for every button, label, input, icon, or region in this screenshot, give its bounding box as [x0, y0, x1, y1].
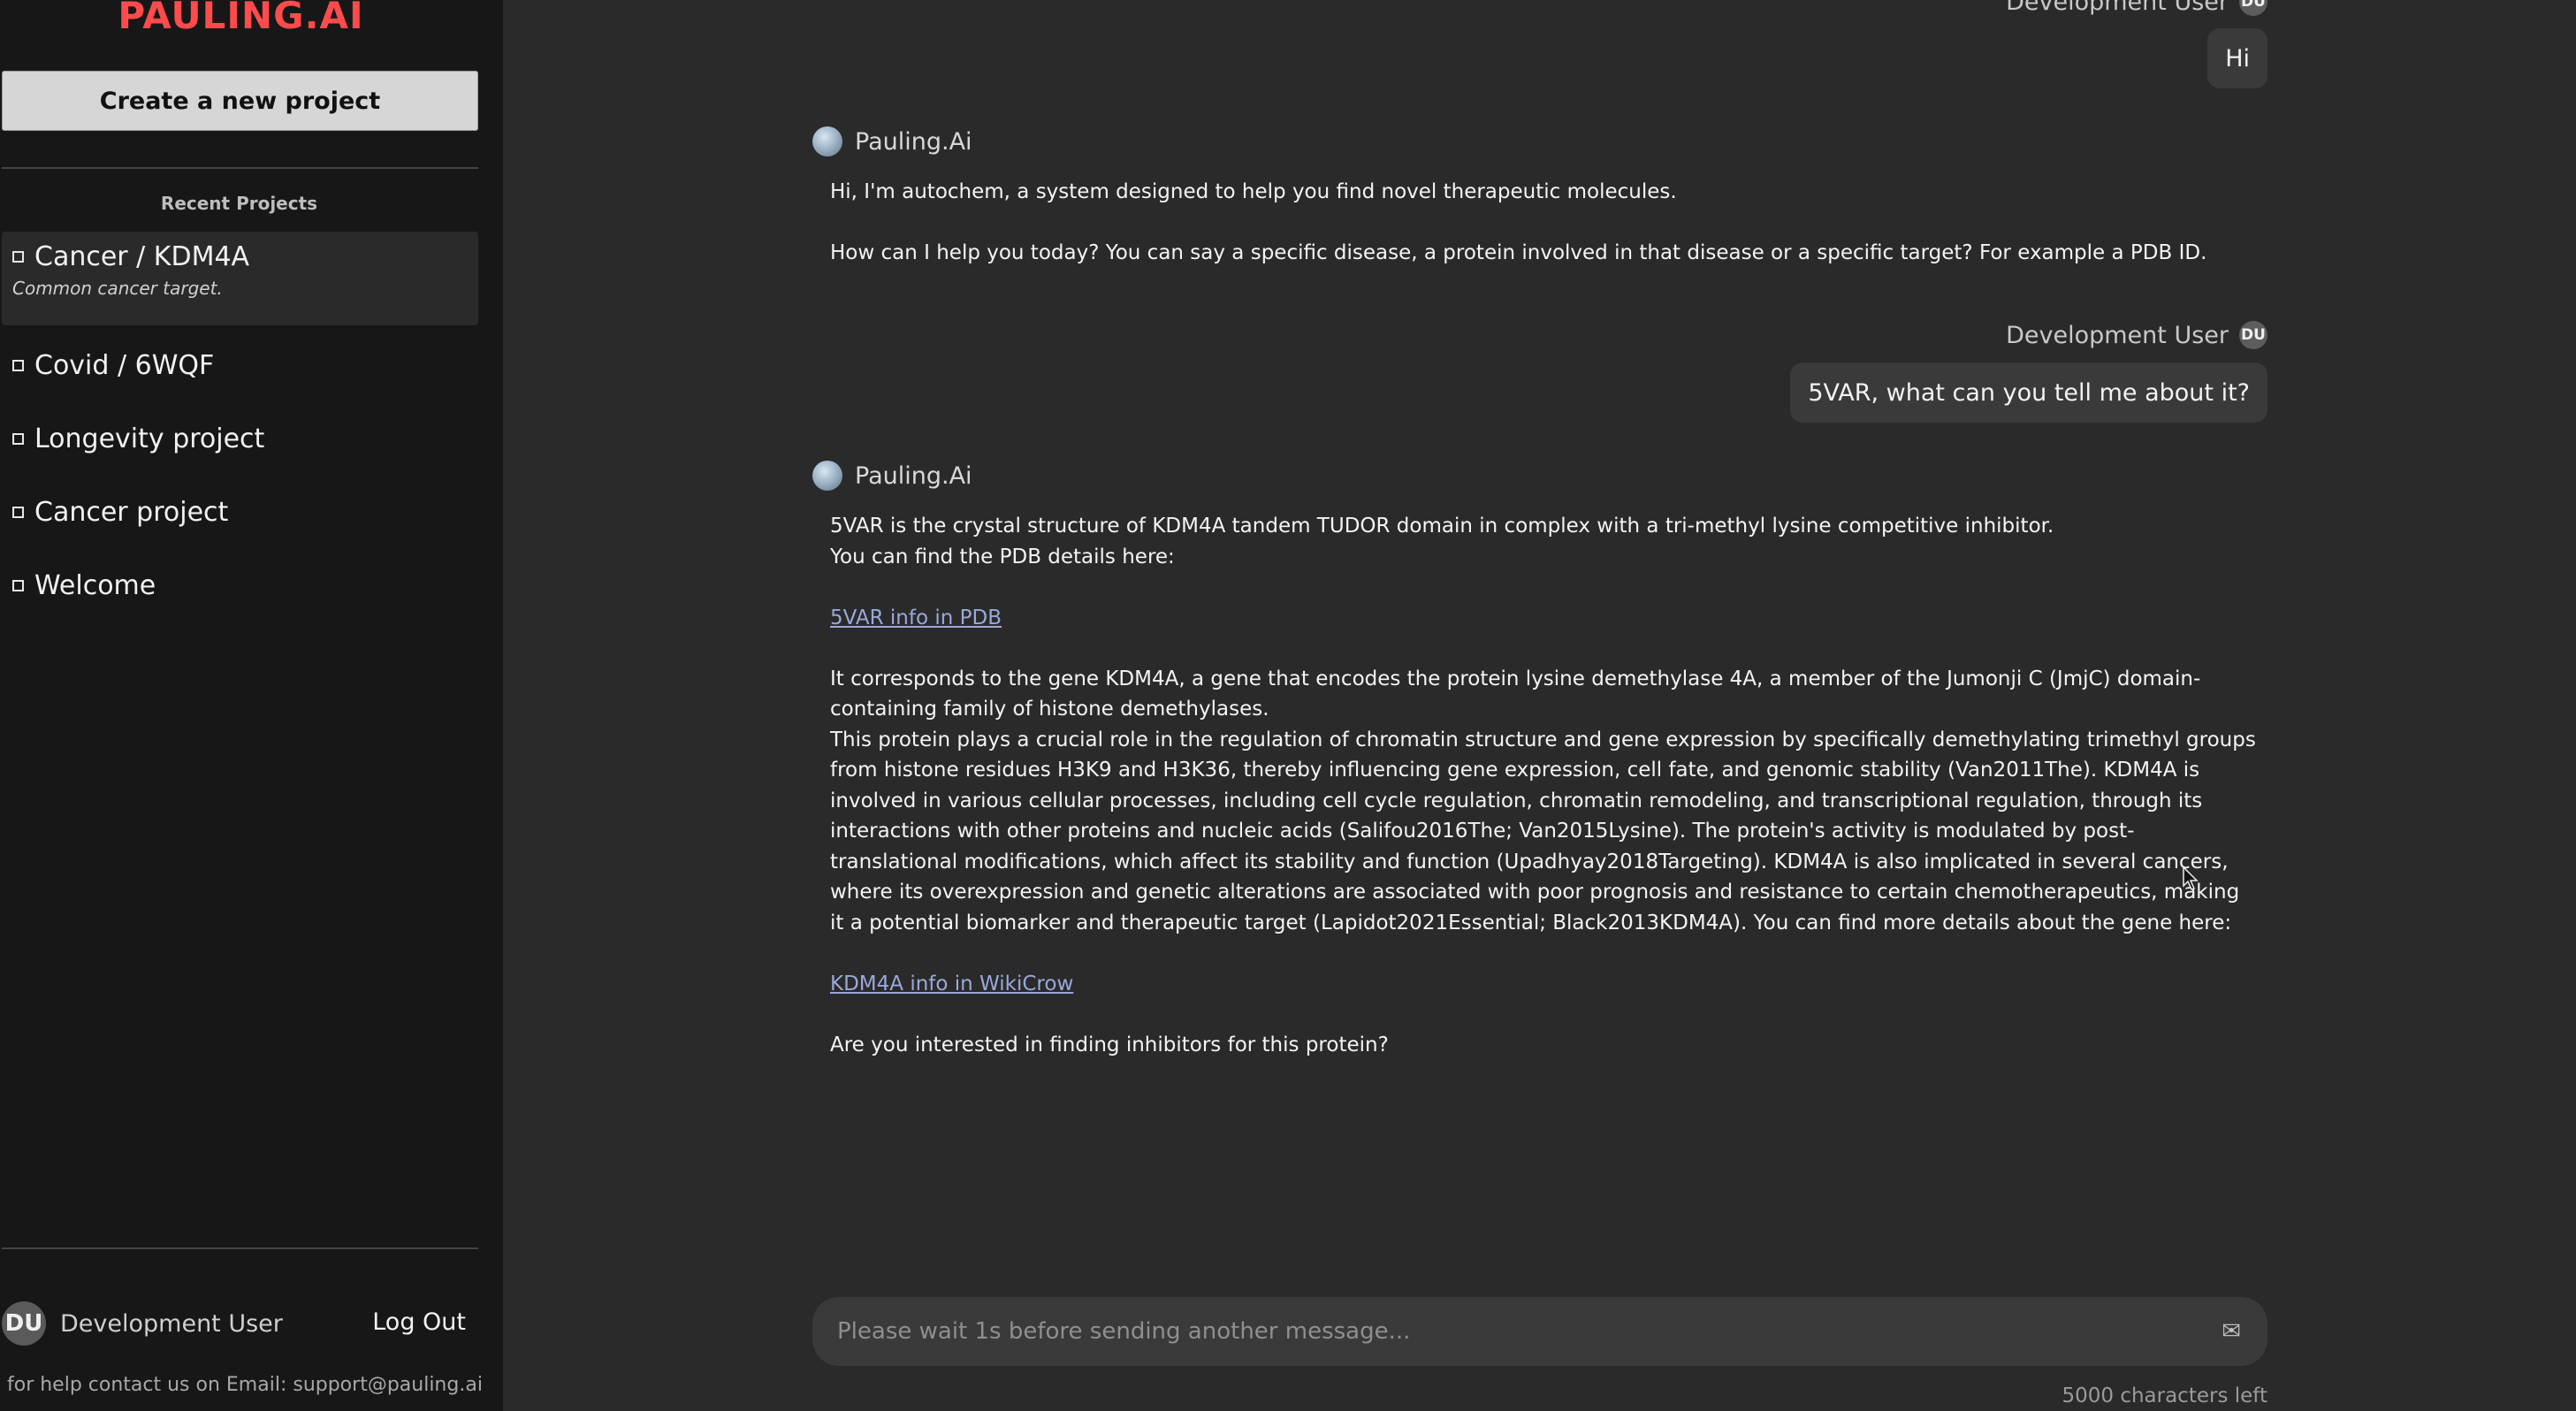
project-item-longevity[interactable]: Longevity project: [2, 414, 478, 463]
envelope-icon[interactable]: ✉: [2222, 1318, 2241, 1345]
bot-author-header: Pauling.Ai: [812, 126, 972, 156]
project-label: Covid / 6WQF: [34, 349, 215, 381]
project-bullet-icon: [12, 432, 24, 445]
message-author-name: Development User: [2006, 321, 2229, 349]
bot-message-line: How can I help you today? You can say a …: [830, 241, 2207, 264]
avatar: DU: [2, 1301, 46, 1346]
user-message-bubble: Hi: [2207, 28, 2267, 88]
bot-message: Hi, I'm autochem, a system designed to h…: [830, 177, 2258, 269]
message-author-header: Development User DU: [2006, 0, 2267, 16]
logout-button[interactable]: Log Out: [372, 1308, 466, 1336]
bot-message-paragraph: It corresponds to the gene KDM4A, a gene…: [830, 667, 2201, 721]
characters-left-counter: 5000 characters left: [2062, 1384, 2267, 1407]
message-author-header: Development User DU: [2006, 321, 2267, 349]
project-bullet-icon: [12, 579, 24, 591]
bot-author-name: Pauling.Ai: [855, 127, 972, 156]
pdb-info-link[interactable]: 5VAR info in PDB: [830, 606, 1002, 629]
project-bullet-icon: [12, 506, 24, 518]
bot-author-name: Pauling.Ai: [855, 461, 972, 490]
project-bullet-icon: [12, 250, 24, 263]
message-author-name: Development User: [2006, 0, 2229, 16]
project-label: Longevity project: [34, 423, 265, 454]
bot-message: 5VAR is the crystal structure of KDM4A t…: [830, 511, 2258, 1060]
bot-author-header: Pauling.Ai: [812, 461, 972, 491]
project-item-covid-6wqf[interactable]: Covid / 6WQF: [2, 340, 478, 390]
create-project-button[interactable]: Create a new project: [2, 71, 478, 131]
project-item-cancer-kdm4a[interactable]: Cancer / KDM4A Common cancer target.: [2, 232, 478, 325]
wikicrow-info-link[interactable]: KDM4A info in WikiCrow: [830, 972, 1073, 995]
message-input[interactable]: [835, 1317, 2222, 1346]
avatar: DU: [2239, 0, 2267, 16]
project-label: Cancer / KDM4A: [34, 240, 250, 272]
user-message-bubble: 5VAR, what can you tell me about it?: [1790, 362, 2267, 423]
bot-avatar-icon: [812, 126, 842, 156]
recent-projects-heading: Recent Projects: [160, 193, 318, 214]
sidebar: PAULING.AI Create a new project Recent P…: [0, 0, 503, 1411]
project-description: Common cancer target.: [12, 278, 223, 299]
bot-message-line: Hi, I'm autochem, a system designed to h…: [830, 180, 1677, 203]
project-label: Cancer project: [34, 496, 229, 528]
logo: PAULING.AI: [118, 0, 364, 37]
project-bullet-icon: [12, 359, 24, 371]
footer-username: Development User: [60, 1309, 283, 1338]
avatar: DU: [2239, 321, 2267, 349]
bot-message-line: Are you interested in finding inhibitors…: [830, 1033, 1389, 1056]
message-input-container: ✉: [812, 1297, 2267, 1366]
project-item-welcome[interactable]: Welcome: [2, 561, 478, 610]
bot-avatar-icon: [812, 461, 842, 491]
help-contact-text: for help contact us on Email: support@pa…: [7, 1374, 483, 1396]
bot-message-line: You can find the PDB details here:: [830, 545, 1175, 568]
sidebar-divider: [2, 167, 478, 169]
bot-message-paragraph: This protein plays a crucial role in the…: [830, 728, 2256, 934]
project-label: Welcome: [34, 569, 156, 601]
project-item-cancer-project[interactable]: Cancer project: [2, 487, 478, 537]
app-root: PAULING.AI Create a new project Recent P…: [0, 0, 2576, 1411]
bot-message-line: 5VAR is the crystal structure of KDM4A t…: [830, 515, 2054, 538]
sidebar-user-footer: DU Development User Log Out: [2, 1300, 478, 1347]
chat-panel: Development User DU Hi Pauling.Ai Hi, I'…: [503, 0, 2576, 1411]
sidebar-footer-divider: [2, 1247, 478, 1249]
